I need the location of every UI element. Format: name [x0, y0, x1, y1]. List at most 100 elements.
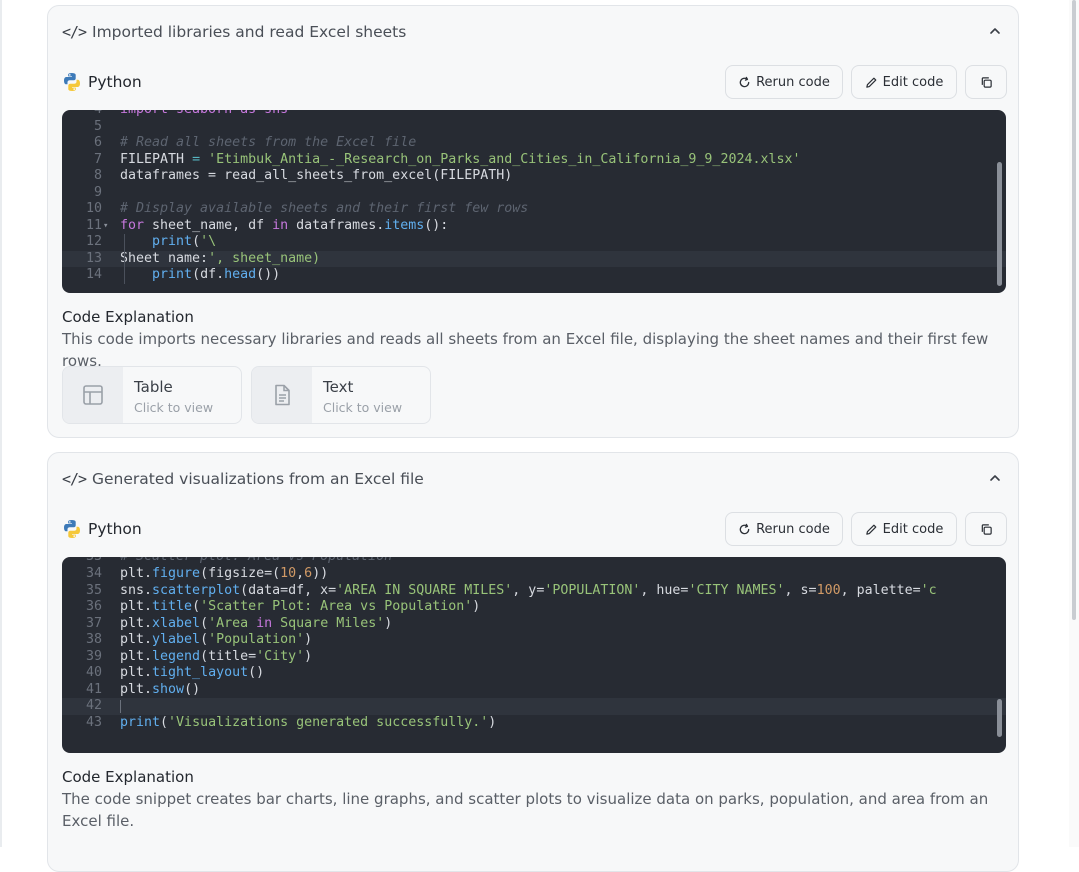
- line-code: print('\: [152, 234, 217, 249]
- code-line: 6 # Read all sheets from the Excel file: [62, 135, 1006, 152]
- card-title: Imported libraries and read Excel sheets: [92, 23, 407, 41]
- page-scrollbar[interactable]: [1069, 0, 1079, 847]
- document-icon: [275, 384, 290, 406]
- code-line: 5: [62, 119, 1006, 136]
- code-icon: </>: [62, 470, 87, 488]
- code-line: 38 plt.ylabel('Population'): [62, 632, 1006, 649]
- refresh-icon: [739, 523, 750, 534]
- line-number: 8: [93, 168, 102, 183]
- line-code: # Scatter plot: Area vs Population: [120, 557, 392, 566]
- left-border: [0, 0, 2, 847]
- line-code: plt.ylabel('Population'): [120, 632, 313, 647]
- line-number: 7: [93, 151, 102, 167]
- edit-code-label: Edit code: [882, 521, 944, 537]
- line-code: sns.scatterplot(data=df, x='AREA IN SQUA…: [120, 582, 937, 598]
- line-number: 40: [85, 665, 102, 680]
- code-line: 14 print(df.head()): [62, 267, 1006, 284]
- line-code: plt.show(): [120, 681, 201, 697]
- code-line: 36 plt.title('Scatter Plot: Area vs Popul…: [62, 599, 1006, 616]
- line-number: 6: [93, 135, 102, 150]
- rerun-code-label: Rerun code: [756, 521, 830, 537]
- line-number: 37: [85, 615, 102, 631]
- line-code: Sheet name:', sheet_name): [120, 250, 321, 266]
- line-code: FILEPATH = 'Etimbuk_Antia_-_Research_on_…: [120, 151, 801, 167]
- edit-code-label: Edit code: [882, 74, 944, 90]
- line-code: dataframes = read_all_sheets_from_excel(…: [120, 168, 513, 183]
- line-code: print('Visualizations generated successf…: [120, 714, 497, 730]
- fold-arrow-icon[interactable]: ▾: [103, 218, 108, 235]
- card-header[interactable]: </> Generated visualizations from an Exc…: [62, 467, 1004, 491]
- card-header[interactable]: </> Imported libraries and read Excel sh…: [62, 20, 1004, 44]
- attachment-name: Text: [323, 378, 354, 396]
- line-number: 5: [93, 118, 102, 134]
- pencil-icon: [865, 77, 877, 88]
- line-code: plt.xlabel('Area in Square Miles'): [120, 615, 393, 631]
- python-icon: [64, 73, 80, 91]
- code-line: 9: [62, 185, 1006, 202]
- attachment-subtitle: Click to view: [134, 400, 214, 415]
- code-line: 41 plt.show(): [62, 682, 1006, 699]
- explanation-title: Code Explanation: [62, 768, 194, 786]
- line-number: 34: [85, 566, 102, 581]
- text-cursor: [120, 700, 121, 713]
- code-line: 10 # Display available sheets and their f…: [62, 201, 1006, 218]
- code-line: 43 print('Visualizations generated succes…: [62, 715, 1006, 732]
- code-line: 35 sns.scatterplot(data=df, x='AREA IN SQ…: [62, 583, 1006, 600]
- line-number: 9: [93, 184, 102, 200]
- code-line-active: 13 Sheet name:', sheet_name): [62, 250, 1006, 267]
- code-line-active: 42: [62, 698, 1006, 715]
- line-number: 36: [85, 599, 102, 614]
- code-line: 12 print('\: [62, 234, 1006, 251]
- line-number: 13: [85, 250, 102, 266]
- code-line: 40 plt.tight_layout(): [62, 665, 1006, 682]
- edit-code-button[interactable]: Edit code: [851, 512, 957, 546]
- language-label: Python: [88, 520, 142, 538]
- line-code: print(df.head()): [152, 267, 281, 282]
- line-code: plt.tight_layout(): [120, 665, 265, 680]
- code-scrollbar-thumb[interactable]: [997, 699, 1002, 737]
- edit-code-button[interactable]: Edit code: [851, 65, 957, 99]
- code-scrollbar-thumb[interactable]: [997, 162, 1002, 286]
- code-line: 7 FILEPATH = 'Etimbuk_Antia_-_Research_on…: [62, 152, 1006, 169]
- indent-guide: [124, 234, 125, 284]
- attachment-subtitle: Click to view: [323, 400, 403, 415]
- line-number: 41: [85, 681, 102, 697]
- code-step-card: </> Imported libraries and read Excel sh…: [47, 5, 1019, 438]
- line-number: 12: [85, 234, 102, 249]
- card-title: Generated visualizations from an Excel f…: [92, 470, 424, 488]
- table-attachment[interactable]: Table Click to view: [62, 366, 242, 424]
- line-code: # Read all sheets from the Excel file: [120, 135, 417, 150]
- code-line: 33 # Scatter plot: Area vs Population: [62, 557, 1006, 566]
- rerun-code-label: Rerun code: [756, 74, 830, 90]
- line-number: 10: [85, 201, 102, 216]
- code-line: 39 plt.legend(title='City'): [62, 649, 1006, 666]
- explanation-title: Code Explanation: [62, 308, 194, 326]
- document-icon-box: [252, 367, 312, 423]
- line-number: 4: [62, 110, 102, 119]
- code-line: 8 dataframes = read_all_sheets_from_excel…: [62, 168, 1006, 185]
- chevron-up-icon[interactable]: [988, 24, 1002, 38]
- rerun-code-button[interactable]: Rerun code: [725, 65, 843, 99]
- chevron-up-icon[interactable]: [988, 471, 1002, 485]
- line-number: 39: [85, 648, 102, 664]
- copy-icon: [981, 523, 992, 535]
- copy-code-button[interactable]: [965, 65, 1007, 99]
- line-code: plt.legend(title='City'): [120, 648, 313, 664]
- copy-code-button[interactable]: [965, 512, 1007, 546]
- line-code: import seaborn as sns: [120, 110, 288, 119]
- page-scrollbar-thumb[interactable]: [1072, 0, 1076, 620]
- table-icon-box: [63, 367, 123, 423]
- code-editor[interactable]: 4 import seaborn as sns 5 6 # Read all she…: [62, 110, 1006, 293]
- copy-icon: [981, 76, 992, 88]
- text-attachment[interactable]: Text Click to view: [251, 366, 431, 424]
- code-line: 37 plt.xlabel('Area in Square Miles'): [62, 616, 1006, 633]
- line-number: 42: [85, 698, 102, 713]
- code-line: 34 plt.figure(figsize=(10,6)): [62, 566, 1006, 583]
- line-code: plt.figure(figsize=(10,6)): [120, 566, 329, 581]
- line-number: 38: [85, 632, 102, 647]
- rerun-code-button[interactable]: Rerun code: [725, 512, 843, 546]
- line-number: 14: [85, 267, 102, 282]
- line-number: 43: [85, 714, 102, 730]
- code-editor[interactable]: 33 # Scatter plot: Area vs Population 34 p…: [62, 557, 1006, 753]
- line-code: # Display available sheets and their fir…: [120, 201, 529, 216]
